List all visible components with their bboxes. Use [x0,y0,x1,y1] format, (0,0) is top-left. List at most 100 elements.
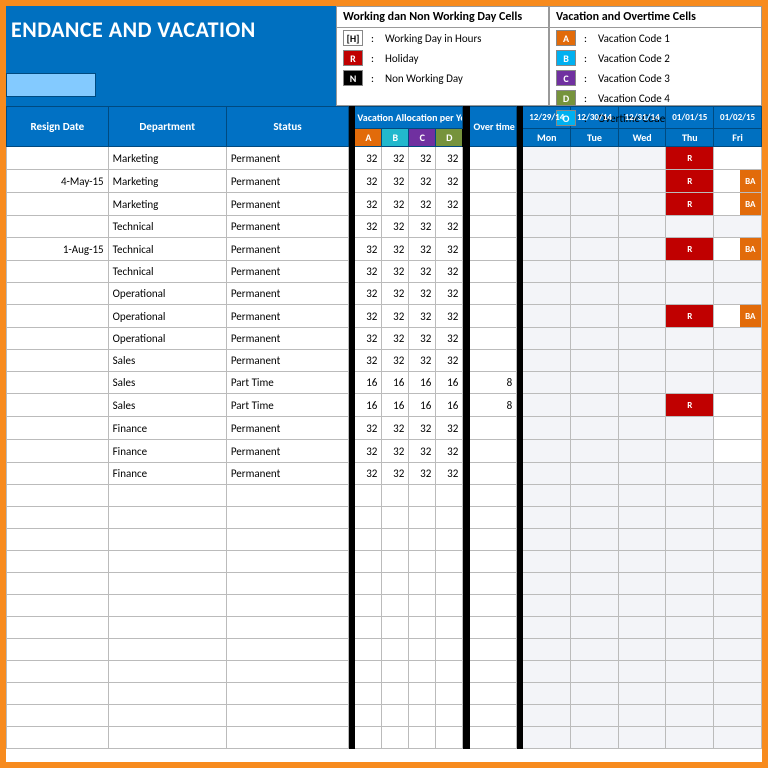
cell[interactable] [382,639,409,661]
spreadsheet-grid[interactable]: Resign Date Department Status Vacation A… [6,106,762,749]
day-cell[interactable] [571,238,619,261]
day-cell[interactable] [714,350,762,372]
alloc-cell[interactable]: 16 [355,394,382,417]
cell[interactable] [108,683,226,705]
cell[interactable] [618,507,666,529]
dept-cell[interactable]: Technical [108,216,226,238]
alloc-cell[interactable]: 32 [355,305,382,328]
ot-cell[interactable] [469,440,517,463]
cell[interactable] [469,683,517,705]
day-cell[interactable] [571,261,619,283]
day-cell[interactable] [571,417,619,440]
day-cell[interactable] [666,417,714,440]
dept-cell[interactable]: Finance [108,440,226,463]
alloc-cell[interactable]: 32 [355,350,382,372]
alloc-cell[interactable]: 32 [436,305,463,328]
resign-cell[interactable] [7,283,109,305]
day-cell[interactable] [523,463,571,485]
cell[interactable] [226,507,348,529]
cell[interactable] [469,705,517,727]
ot-cell[interactable] [469,170,517,193]
ot-cell[interactable] [469,238,517,261]
ot-cell[interactable] [469,350,517,372]
alloc-cell[interactable]: 32 [436,417,463,440]
cell[interactable] [409,683,436,705]
table-row[interactable]: OperationalPermanent32323232 [7,328,762,350]
cell[interactable] [571,573,619,595]
cell[interactable] [355,507,382,529]
cell[interactable] [666,727,714,749]
cell[interactable] [571,485,619,507]
cell[interactable] [436,727,463,749]
col-status[interactable]: Status [226,107,348,147]
cell[interactable] [226,551,348,573]
alloc-cell[interactable]: 32 [436,283,463,305]
day-cell[interactable] [666,261,714,283]
day-cell[interactable] [618,417,666,440]
cell[interactable] [618,661,666,683]
resign-cell[interactable] [7,147,109,170]
day-cell[interactable]: R [666,394,714,417]
day-cell[interactable]: R [666,305,714,328]
alloc-cell[interactable]: 32 [409,417,436,440]
status-cell[interactable]: Permanent [226,147,348,170]
cell[interactable] [436,661,463,683]
resign-cell[interactable] [7,305,109,328]
cell[interactable] [355,617,382,639]
day-cell[interactable] [571,283,619,305]
cell[interactable] [108,573,226,595]
alloc-cell[interactable]: 16 [409,372,436,394]
day-cell[interactable] [618,440,666,463]
day-cell[interactable] [571,193,619,216]
cell[interactable] [523,683,571,705]
cell[interactable] [436,507,463,529]
alloc-cell[interactable]: 32 [355,417,382,440]
day-cell[interactable]: R [666,147,714,170]
ot-cell[interactable]: 8 [469,372,517,394]
cell[interactable] [409,727,436,749]
ot-cell[interactable]: 8 [469,394,517,417]
resign-cell[interactable] [7,372,109,394]
cell[interactable] [618,595,666,617]
day-cell[interactable]: 4 [714,394,762,417]
cell[interactable] [666,617,714,639]
resign-cell[interactable] [7,417,109,440]
day-cell[interactable] [666,440,714,463]
table-row[interactable]: OperationalPermanent32323232 [7,283,762,305]
cell[interactable] [108,551,226,573]
cell[interactable] [409,529,436,551]
ot-cell[interactable] [469,147,517,170]
day-cell[interactable] [618,147,666,170]
day-cell[interactable]: 8 [714,440,762,463]
day-cell[interactable]: R [666,193,714,216]
cell[interactable] [409,639,436,661]
alloc-cell[interactable]: 32 [409,261,436,283]
alloc-cell[interactable]: 32 [436,193,463,216]
day-cell[interactable] [523,147,571,170]
cell[interactable] [355,661,382,683]
day-cell[interactable] [666,350,714,372]
day-cell[interactable]: 8 [714,147,762,170]
dept-cell[interactable]: Sales [108,372,226,394]
resign-cell[interactable] [7,394,109,417]
alloc-cell[interactable]: 32 [436,216,463,238]
cell[interactable] [108,529,226,551]
cell[interactable] [226,617,348,639]
cell[interactable] [436,595,463,617]
dept-cell[interactable]: Sales [108,394,226,417]
dept-cell[interactable]: Operational [108,328,226,350]
cell[interactable] [571,661,619,683]
alloc-cell[interactable]: 32 [382,463,409,485]
status-cell[interactable]: Permanent [226,283,348,305]
alloc-sub-d[interactable]: D [436,129,463,147]
day-cell[interactable] [523,283,571,305]
alloc-cell[interactable]: 32 [355,170,382,193]
day-cell[interactable] [571,440,619,463]
cell[interactable] [666,485,714,507]
cell[interactable] [382,507,409,529]
cell[interactable] [355,551,382,573]
ot-cell[interactable] [469,463,517,485]
cell[interactable] [666,705,714,727]
alloc-cell[interactable]: 32 [436,440,463,463]
cell[interactable] [469,529,517,551]
